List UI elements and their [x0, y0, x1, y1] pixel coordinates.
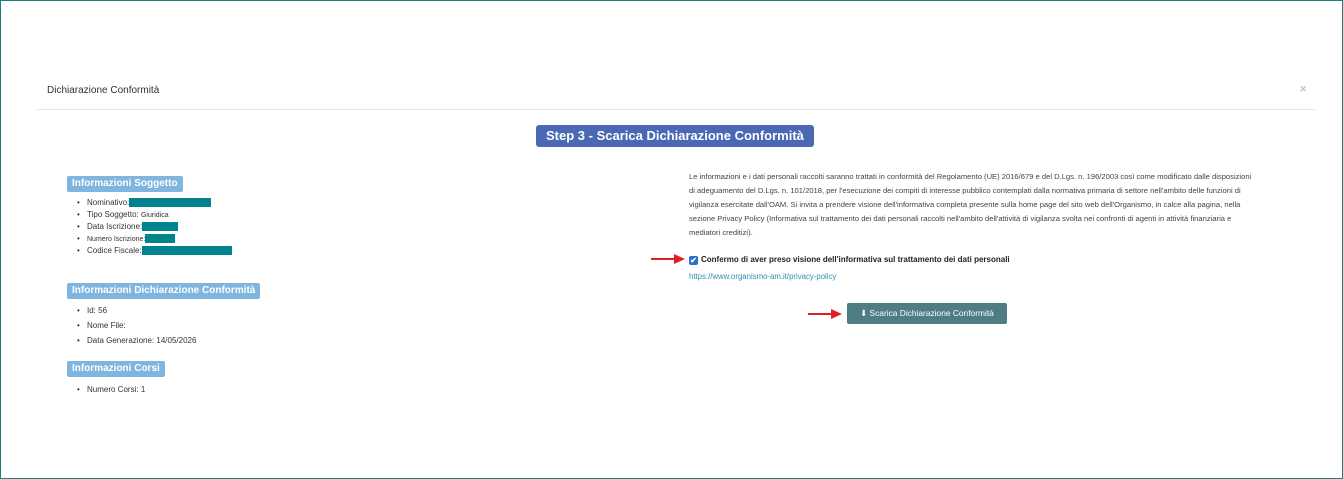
section-heading-dichiarazione: Informazioni Dichiarazione Conformità	[67, 283, 261, 299]
numero-iscrizione-label: Numero Iscrizione:	[87, 236, 146, 243]
id-label: Id:	[87, 306, 96, 315]
modal-title: Dichiarazione Conformità	[47, 85, 160, 96]
section-heading-corsi: Informazioni Corsi	[67, 361, 165, 377]
codice-fiscale-label: Codice Fiscale:	[87, 246, 142, 255]
annotation-arrow-icon	[651, 254, 685, 264]
tipo-soggetto-label: Tipo Soggetto:	[87, 210, 139, 219]
numero-corsi-label: Numero Corsi:	[87, 385, 139, 394]
tipo-soggetto-value: Giuridica	[140, 212, 169, 219]
list-item-numero-iscrizione: Numero Iscrizione:	[73, 233, 232, 245]
corsi-list: Numero Corsi: 1	[73, 384, 145, 396]
close-icon[interactable]: ×	[1299, 82, 1307, 96]
list-item-nominativo: Nominativo:	[73, 197, 232, 209]
redacted-value	[142, 222, 179, 232]
list-item-numero-corsi: Numero Corsi: 1	[73, 384, 145, 396]
soggetto-list: Nominativo: Tipo Soggetto: Giuridica Dat…	[73, 197, 232, 257]
privacy-confirm-checkbox[interactable]: ✔	[689, 256, 698, 265]
nominativo-label: Nominativo:	[87, 198, 130, 207]
privacy-policy-link[interactable]: https://www.organismo-am.it/privacy-poli…	[689, 272, 836, 281]
download-dichiarazione-button[interactable]: ⬇ Scarica Dichiarazione Conformità	[847, 303, 1007, 324]
list-item-data-iscrizione: Data Iscrizione:	[73, 221, 232, 233]
data-generazione-value: 14/05/2026	[156, 336, 197, 345]
list-item-data-generazione: Data Generazione: 14/05/2026	[73, 335, 196, 347]
modal-header: Dichiarazione Conformità ×	[37, 80, 1315, 110]
list-item-codice-fiscale: Codice Fiscale:	[73, 245, 232, 257]
list-item-id: Id: 56	[73, 305, 196, 317]
list-item-tipo-soggetto: Tipo Soggetto: Giuridica	[73, 209, 232, 221]
download-button-label: Scarica Dichiarazione Conformità	[869, 308, 994, 318]
redacted-value	[145, 234, 176, 244]
data-generazione-label: Data Generazione:	[87, 336, 155, 345]
annotation-arrow-icon	[808, 309, 842, 319]
privacy-confirm-label: Confermo di aver preso visione dell'info…	[701, 255, 1010, 264]
data-iscrizione-label: Data Iscrizione:	[87, 222, 143, 231]
numero-corsi-value: 1	[140, 385, 146, 394]
nome-file-label: Nome File:	[87, 321, 126, 330]
step-title: Step 3 - Scarica Dichiarazione Conformit…	[536, 125, 814, 147]
privacy-notice: Le informazioni e i dati personali racco…	[689, 172, 1252, 237]
section-heading-soggetto: Informazioni Soggetto	[67, 176, 183, 192]
redacted-value	[129, 198, 212, 208]
id-value: 56	[98, 306, 108, 315]
dichiarazione-list: Id: 56 Nome File: Data Generazione: 14/0…	[73, 305, 196, 347]
redacted-value	[141, 246, 232, 256]
privacy-confirm-row: ✔ Confermo di aver preso visione dell'inf…	[689, 254, 1010, 266]
download-icon: ⬇	[860, 308, 868, 318]
list-item-nome-file: Nome File:	[73, 320, 196, 332]
